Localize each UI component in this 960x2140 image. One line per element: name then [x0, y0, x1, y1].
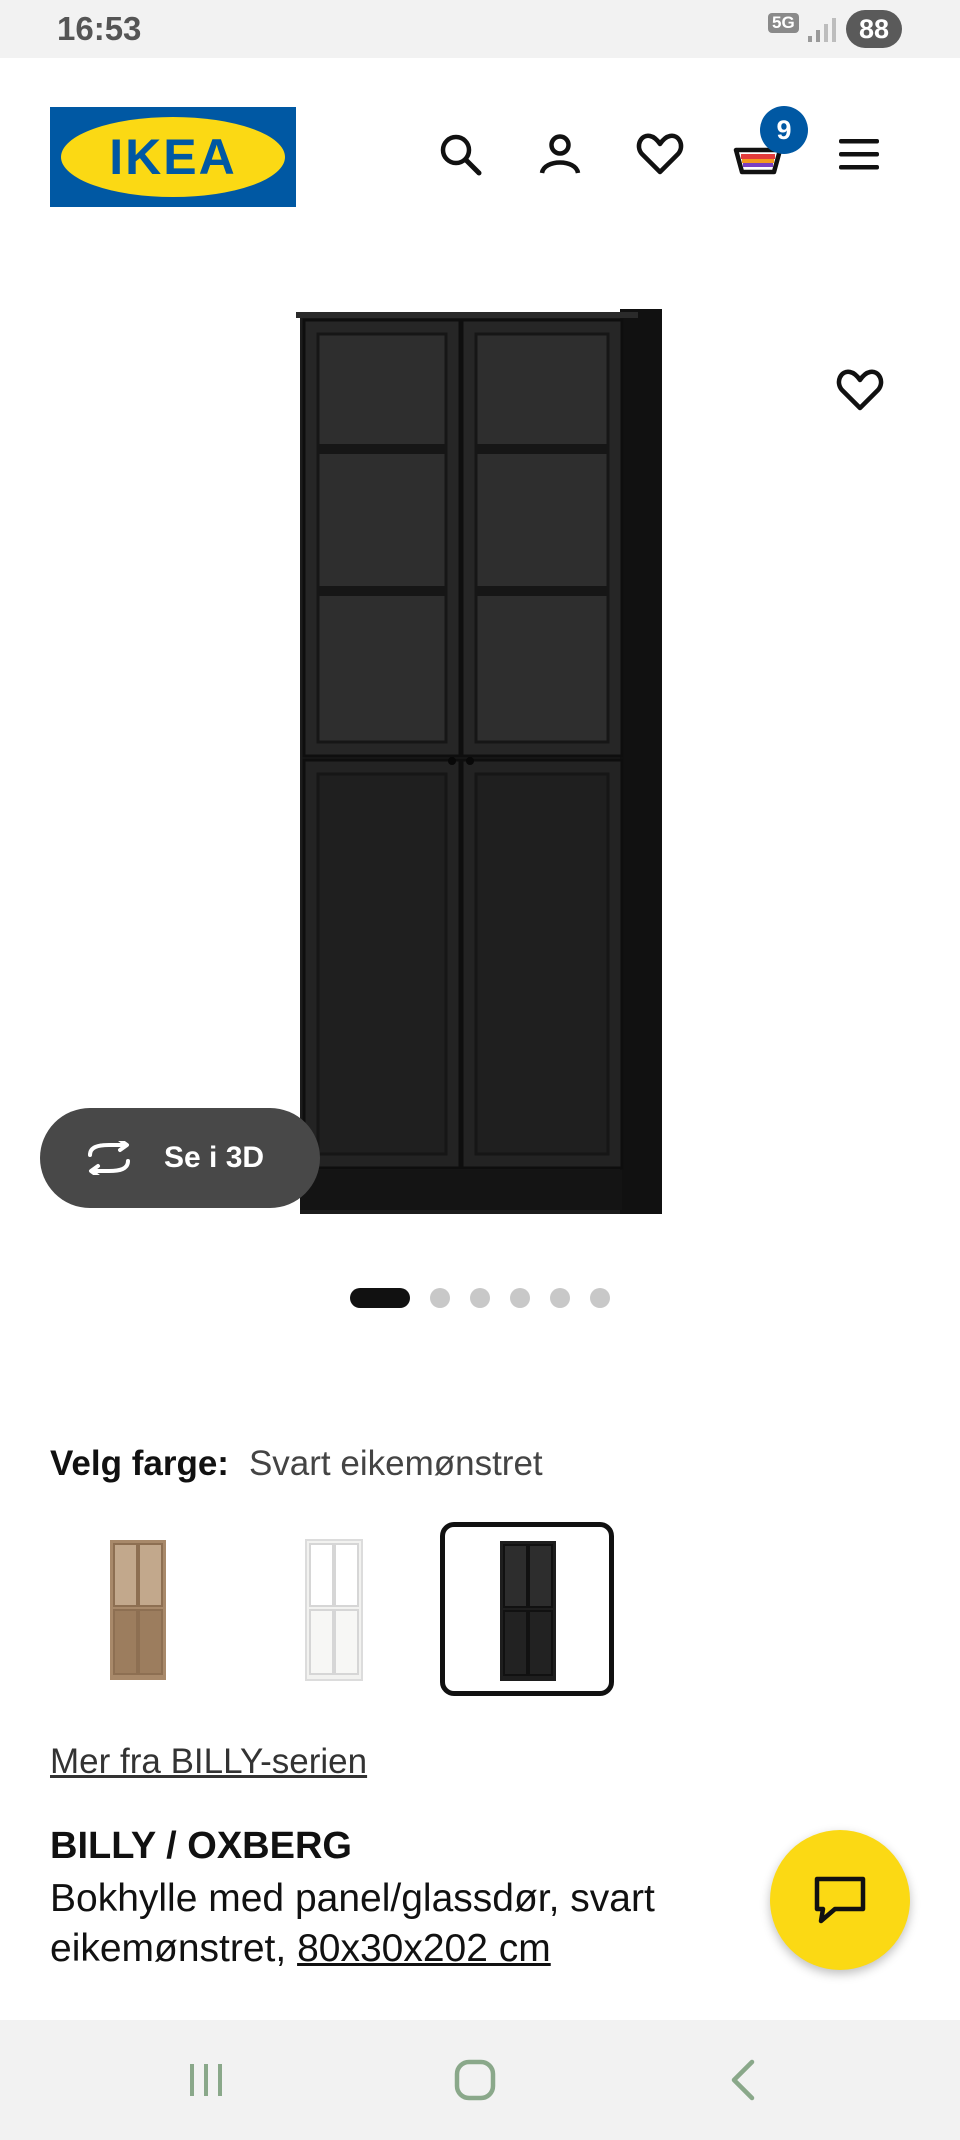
menu-icon[interactable] — [830, 125, 888, 183]
heart-icon — [836, 369, 884, 411]
product-size-link[interactable]: 80x30x202 cm — [297, 1927, 551, 1970]
color-swatch-black-selected[interactable] — [440, 1522, 614, 1696]
gallery-dot[interactable] — [350, 1288, 410, 1308]
product-name: BILLY / OXBERG — [50, 1825, 352, 1867]
user-icon[interactable] — [531, 125, 589, 183]
gallery-pagination — [350, 1286, 610, 1310]
gallery-dot[interactable] — [470, 1288, 490, 1308]
site-header: IKEA 9 — [0, 58, 960, 238]
white-bookcase-thumbnail — [305, 1539, 363, 1681]
recent-apps-icon[interactable] — [176, 2055, 236, 2105]
system-nav-bar — [0, 2020, 960, 2140]
status-bar: 16:53 5G 88 — [0, 0, 960, 58]
color-label-key: Velg farge: — [50, 1444, 229, 1483]
rotate-3d-icon — [88, 1141, 130, 1175]
back-icon[interactable] — [714, 2055, 774, 2105]
gallery-dot[interactable] — [550, 1288, 570, 1308]
svg-text:IKEA: IKEA — [109, 129, 236, 185]
cart-count-badge: 9 — [760, 106, 808, 154]
search-icon[interactable] — [431, 125, 489, 183]
chat-icon — [814, 1876, 866, 1924]
product-image — [296, 309, 662, 1214]
add-to-favorites-button[interactable] — [830, 360, 890, 420]
oak-bookcase-thumbnail — [110, 1540, 166, 1680]
home-icon[interactable] — [445, 2055, 505, 2105]
color-swatch-white[interactable] — [246, 1522, 420, 1696]
network-icon: 5G — [768, 13, 799, 33]
color-selector-label: Velg farge: Svart eikemønstret — [50, 1444, 543, 1484]
battery-indicator: 88 — [846, 10, 902, 48]
view-in-3d-label: Se i 3D — [164, 1141, 265, 1174]
color-selected-value: Svart eikemønstret — [248, 1444, 543, 1483]
series-link[interactable]: Mer fra BILLY-serien — [50, 1742, 367, 1782]
color-swatch-oak[interactable] — [50, 1522, 224, 1696]
ikea-logo[interactable]: IKEA — [50, 107, 296, 207]
heart-icon[interactable] — [631, 125, 689, 183]
product-gallery[interactable]: Se i 3D — [0, 238, 960, 1308]
product-description: Bokhylle med panel/glassdør, svart eikem… — [50, 1874, 750, 1974]
signal-icon — [808, 18, 836, 42]
ikea-logo-mark: IKEA — [61, 117, 285, 197]
black-bookcase-thumbnail — [500, 1541, 556, 1681]
status-time: 16:53 — [57, 10, 142, 47]
gallery-dot[interactable] — [510, 1288, 530, 1308]
view-in-3d-button[interactable]: Se i 3D — [40, 1108, 320, 1208]
chat-button[interactable] — [770, 1830, 910, 1970]
gallery-dot[interactable] — [430, 1288, 450, 1308]
gallery-dot[interactable] — [590, 1288, 610, 1308]
